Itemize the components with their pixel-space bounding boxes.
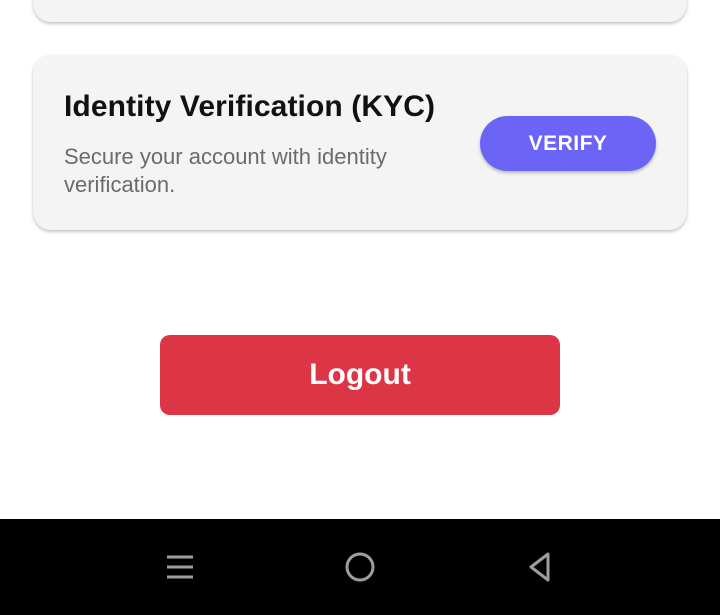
back-icon — [529, 552, 550, 582]
system-navigation-bar — [0, 519, 720, 615]
verify-button[interactable]: VERIFY — [480, 116, 656, 171]
back-button[interactable] — [517, 544, 563, 590]
kyc-card-title: Identity Verification (KYC) — [64, 90, 436, 123]
recents-icon — [167, 555, 193, 579]
logout-button[interactable]: Logout — [160, 335, 560, 415]
recents-button[interactable] — [157, 544, 203, 590]
app-screen: Identity Verification (KYC) Secure your … — [0, 0, 720, 519]
kyc-card-description: Secure your account with identity verifi… — [64, 144, 387, 197]
home-icon — [345, 552, 375, 582]
home-button[interactable] — [337, 544, 383, 590]
kyc-card: Identity Verification (KYC) Secure your … — [33, 55, 687, 230]
previous-settings-card — [33, 0, 687, 22]
